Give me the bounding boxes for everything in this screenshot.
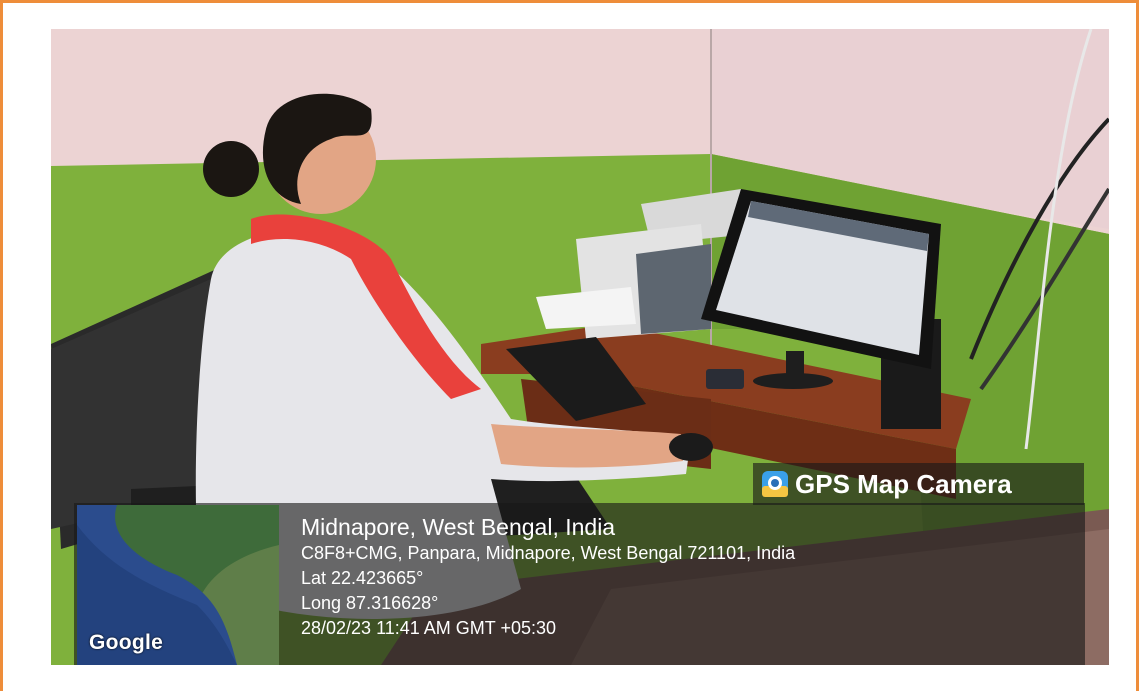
phone (706, 369, 744, 389)
location-latitude: Lat 22.423665° (301, 568, 424, 588)
location-info: Midnapore, West Bengal, India C8F8+CMG, … (301, 513, 795, 641)
location-title: Midnapore, West Bengal, India (301, 514, 616, 540)
photo: Google GPS Map Camera Midnapore, West Be… (51, 29, 1109, 665)
location-timestamp: 28/02/23 11:41 AM GMT +05:30 (301, 618, 557, 638)
google-attribution: Google (89, 631, 164, 654)
gps-camera-label: GPS Map Camera (795, 468, 1012, 499)
mouse (669, 433, 713, 461)
gps-camera-badge: GPS Map Camera (753, 463, 1084, 505)
map-camera-icon (762, 471, 788, 497)
location-map: Google (77, 505, 279, 665)
hair-bun (203, 141, 259, 197)
photo-frame: Google GPS Map Camera Midnapore, West Be… (0, 0, 1139, 691)
location-address: C8F8+CMG, Panpara, Midnapore, West Benga… (301, 543, 796, 563)
location-longitude: Long 87.316628° (301, 593, 439, 613)
monitor-base (753, 373, 833, 389)
printer-side (636, 244, 711, 334)
